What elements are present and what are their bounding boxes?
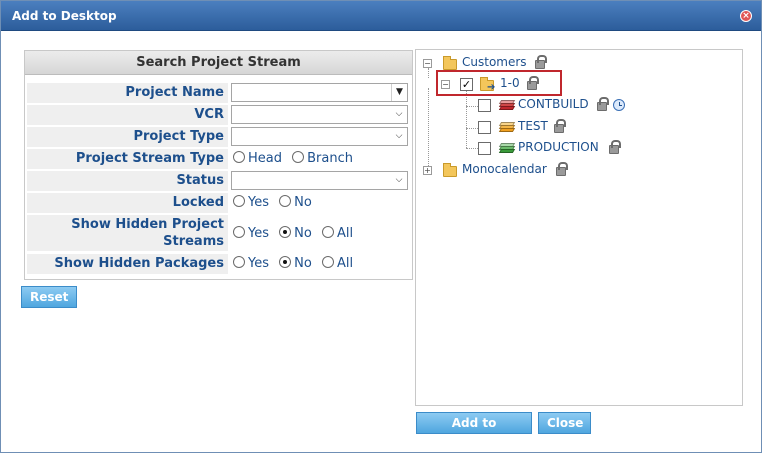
stream-red-icon <box>498 100 516 112</box>
close-icon[interactable]: × <box>740 10 752 22</box>
stream-green-icon <box>498 143 516 155</box>
tree-node-monocalendar-label: Monocalendar <box>462 162 547 176</box>
radio-head[interactable] <box>233 151 245 163</box>
clock-icon <box>613 99 625 111</box>
chevron-down-icon[interactable]: ⌵ <box>391 128 407 145</box>
lock-icon <box>597 97 609 111</box>
tree-node-production-checkbox[interactable] <box>478 142 491 155</box>
lock-icon <box>556 162 568 176</box>
expand-icon[interactable]: + <box>423 166 432 175</box>
radio-head-label: Head <box>248 151 282 166</box>
search-panel: Search Project Stream Project Name ▼ VCR… <box>24 50 413 280</box>
lock-icon <box>554 119 566 133</box>
tree-node-test-label: TEST <box>518 119 548 133</box>
tree-connector <box>466 106 478 107</box>
tree-node-test-checkbox[interactable] <box>478 121 491 134</box>
dialog-title: Add to Desktop <box>12 9 117 23</box>
tree-node-contbuild-label: CONTBUILD <box>518 97 589 111</box>
radio-packages-yes[interactable] <box>233 256 245 268</box>
radio-packages-all[interactable] <box>321 256 334 268</box>
radio-packages-no-label: No <box>294 256 312 271</box>
tree-connector <box>466 148 478 149</box>
tree-node-production-label: PRODUCTION <box>518 140 599 154</box>
tree-node-contbuild-checkbox[interactable] <box>478 99 491 112</box>
show-hidden-streams-label: Show Hidden Project Streams <box>27 215 228 251</box>
search-panel-header: Search Project Stream <box>25 51 412 75</box>
radio-locked-no[interactable] <box>279 195 292 207</box>
radio-branch-label: Branch <box>307 151 353 166</box>
radio-locked-yes-label: Yes <box>248 195 269 210</box>
add-to-desktop-button[interactable]: Add to Desktop <box>416 412 532 450</box>
add-to-desktop-dialog: Add to Desktop × Search Project Stream P… <box>0 0 762 453</box>
radio-packages-all-label: All <box>336 256 354 271</box>
tree-node-test[interactable]: TEST <box>478 119 598 137</box>
radio-streams-yes[interactable] <box>233 226 245 238</box>
folder-open-icon <box>443 56 457 70</box>
tree-node-monocalendar[interactable]: + Monocalendar <box>423 162 593 180</box>
radio-streams-yes-label: Yes <box>248 226 269 241</box>
radio-packages-no[interactable] <box>279 256 292 268</box>
project-stream-type-radios: Head Branch <box>233 151 359 166</box>
dialog-titlebar[interactable]: Add to Desktop × <box>1 1 761 31</box>
show-hidden-streams-radios: Yes No All <box>233 226 359 241</box>
project-tree-panel: − Customers − ✓ ➔ 1-0 CONTBUILD TEST PRO… <box>415 49 743 406</box>
lock-icon <box>609 140 621 154</box>
stream-orange-icon <box>498 122 516 134</box>
close-button[interactable]: Close <box>538 412 591 434</box>
chevron-down-icon[interactable]: ⌵ <box>391 172 407 189</box>
lock-icon <box>535 55 547 69</box>
project-name-label: Project Name <box>27 83 228 103</box>
tree-connector <box>466 90 467 148</box>
locked-radios: Yes No <box>233 195 318 210</box>
radio-streams-no[interactable] <box>279 226 292 238</box>
show-hidden-packages-radios: Yes No All <box>233 256 359 271</box>
folder-icon <box>443 163 457 177</box>
chevron-down-icon[interactable]: ▼ <box>391 84 407 101</box>
chevron-down-icon[interactable]: ⌵ <box>391 106 407 123</box>
project-stream-type-label: Project Stream Type <box>27 149 228 169</box>
tree-connector <box>466 128 478 129</box>
tree-connector <box>428 88 429 168</box>
selected-node-highlight <box>436 70 562 96</box>
status-select[interactable]: ⌵ <box>231 171 408 190</box>
project-name-combo[interactable]: ▼ <box>231 83 408 102</box>
radio-locked-yes[interactable] <box>233 195 245 207</box>
radio-locked-no-label: No <box>294 195 312 210</box>
tree-node-customers-label: Customers <box>462 55 527 69</box>
radio-streams-no-label: No <box>294 226 312 241</box>
radio-branch[interactable] <box>292 151 305 163</box>
project-type-label: Project Type <box>27 127 228 147</box>
show-hidden-packages-label: Show Hidden Packages <box>27 254 228 274</box>
reset-button[interactable]: Reset <box>21 286 77 308</box>
tree-node-production[interactable]: PRODUCTION <box>478 140 648 158</box>
status-label: Status <box>27 171 228 191</box>
vcr-select[interactable]: ⌵ <box>231 105 408 124</box>
radio-streams-all[interactable] <box>321 226 334 238</box>
locked-label: Locked <box>27 193 228 213</box>
project-type-select[interactable]: ⌵ <box>231 127 408 146</box>
radio-packages-yes-label: Yes <box>248 256 269 271</box>
vcr-label: VCR <box>27 105 228 125</box>
radio-streams-all-label: All <box>336 226 354 241</box>
collapse-icon[interactable]: − <box>423 59 432 68</box>
tree-node-contbuild[interactable]: CONTBUILD <box>478 97 658 115</box>
